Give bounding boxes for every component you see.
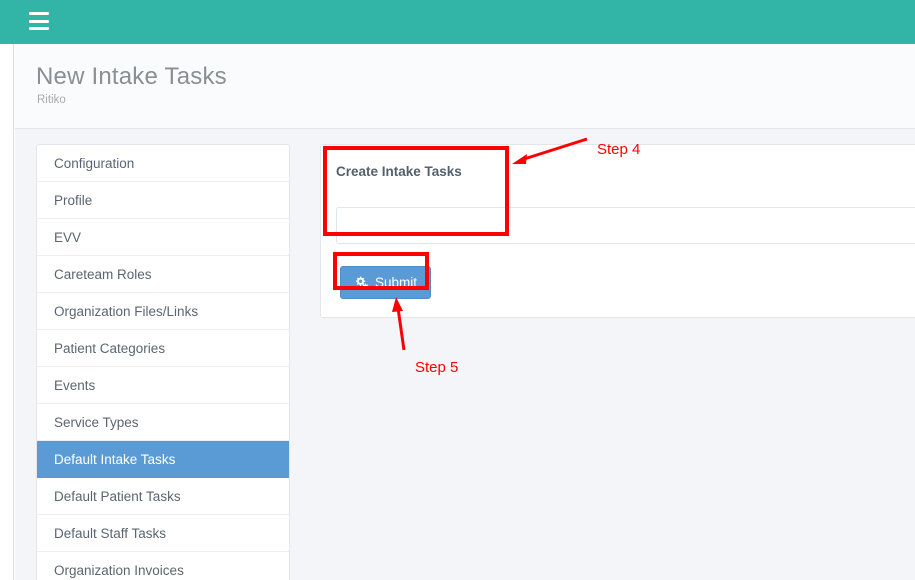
left-gutter: [0, 44, 14, 580]
sidebar-item-patient-categories[interactable]: Patient Categories: [37, 330, 289, 367]
sidebar-item-label: Events: [54, 378, 96, 393]
sidebar-item-label: Organization Files/Links: [54, 304, 199, 319]
sidebar-item-label: EVV: [54, 230, 82, 245]
submit-button-label: Submit: [375, 275, 418, 290]
sidebar-item-events[interactable]: Events: [37, 367, 289, 404]
sidebar-item-label: Default Intake Tasks: [54, 452, 176, 467]
sidebar-item-profile[interactable]: Profile: [37, 182, 289, 219]
sidebar-item-organization-invoices[interactable]: Organization Invoices: [37, 552, 289, 580]
hamburger-bar: [29, 12, 49, 15]
sidebar-item-organization-files[interactable]: Organization Files/Links: [37, 293, 289, 330]
sidebar-item-label: Profile: [54, 193, 93, 208]
sidebar-item-careteam-roles[interactable]: Careteam Roles: [37, 256, 289, 293]
sidebar-item-default-intake-tasks[interactable]: Default Intake Tasks: [37, 441, 289, 478]
sidebar-item-default-staff-tasks[interactable]: Default Staff Tasks: [37, 515, 289, 552]
sidebar-item-label: Patient Categories: [54, 341, 166, 356]
sidebar-item-configuration[interactable]: Configuration: [37, 145, 289, 182]
cogs-icon: [354, 276, 369, 290]
sidebar-item-label: Default Patient Tasks: [54, 489, 181, 504]
top-navigation-bar: [0, 0, 915, 44]
settings-sidebar: Configuration Profile EVV Careteam Roles…: [36, 144, 290, 580]
hamburger-bar: [29, 27, 49, 30]
sidebar-item-label: Configuration: [54, 156, 135, 171]
sidebar-item-label: Default Staff Tasks: [54, 526, 167, 541]
page-subtitle: Ritiko: [37, 94, 66, 106]
hamburger-bar: [29, 19, 49, 23]
sidebar-item-evv[interactable]: EVV: [37, 219, 289, 256]
sidebar-item-label: Service Types: [54, 415, 139, 430]
sidebar-item-service-types[interactable]: Service Types: [37, 404, 289, 441]
submit-button[interactable]: Submit: [340, 266, 432, 299]
content-area: Configuration Profile EVV Careteam Roles…: [15, 129, 915, 580]
hamburger-menu-icon[interactable]: [29, 12, 49, 30]
intake-task-name-input[interactable]: [336, 207, 915, 244]
page-header: New Intake Tasks Ritiko: [15, 44, 915, 129]
form-heading: Create Intake Tasks: [336, 164, 462, 179]
sidebar-item-default-patient-tasks[interactable]: Default Patient Tasks: [37, 478, 289, 515]
sidebar-item-label: Organization Invoices: [54, 563, 184, 578]
page-title: New Intake Tasks: [36, 63, 227, 90]
create-intake-tasks-panel: Create Intake Tasks Submit: [320, 144, 915, 318]
sidebar-item-label: Careteam Roles: [54, 267, 152, 282]
